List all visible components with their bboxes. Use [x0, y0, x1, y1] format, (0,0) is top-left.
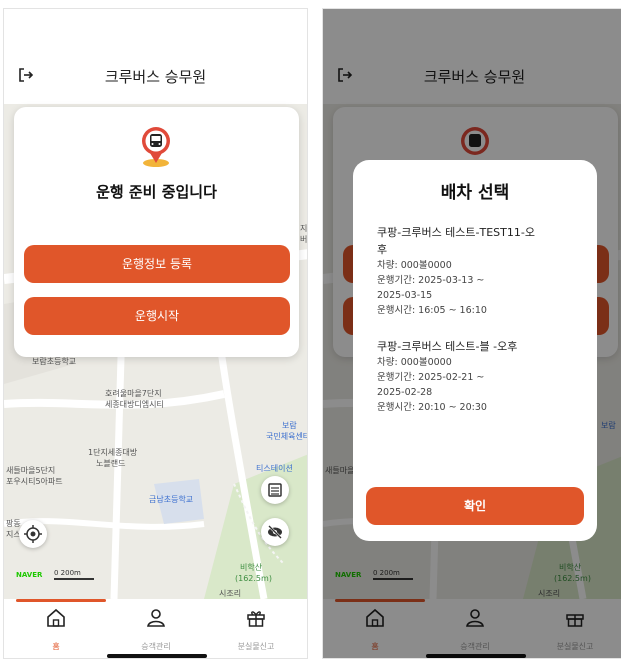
bottom-tab-bar: 홈 승객관리 분실물신고: [4, 599, 307, 658]
dispatch-period: 운행기간: 2025-02-21 ~: [377, 372, 485, 383]
dispatch-period-end: 2025-03-15: [377, 290, 433, 301]
dispatch-select-screen: 새들마을5단지 보람 비학산 (162.5m) 시조리 NAVER 0 200m…: [322, 8, 621, 659]
map-label: 새들마을5단지: [6, 466, 56, 475]
map-label: 티스테이션: [256, 464, 293, 473]
visibility-toggle-button[interactable]: [261, 518, 289, 546]
tab-home[interactable]: 홈: [6, 607, 106, 652]
dispatch-period: 운행기간: 2025-03-13 ~: [377, 275, 485, 286]
modal-title: 배차 선택: [440, 183, 510, 203]
tab-label: 분실물신고: [237, 642, 275, 651]
register-trip-button[interactable]: 운행정보 등록: [24, 245, 290, 283]
map-scale-bar: [54, 578, 94, 580]
tab-label: 승객관리: [141, 642, 171, 651]
map-label: 노블랜드: [96, 459, 126, 468]
naver-logo: NAVER: [16, 571, 43, 579]
list-button[interactable]: [261, 476, 289, 504]
map-label: 포우시티5아파트: [6, 477, 63, 486]
dispatch-vehicle: 차량: 000볼0000: [377, 260, 452, 271]
app-header: 크루버스 승무원: [4, 9, 307, 104]
home-indicator: [107, 654, 207, 658]
map-label: 시조리: [219, 589, 242, 598]
person-icon: [147, 609, 165, 627]
status-card: 운행 준비 중입니다 운행정보 등록 운행시작: [14, 107, 299, 357]
gift-icon: [247, 611, 265, 627]
page-title: 크루버스 승무원: [104, 68, 207, 86]
map-label: 버: [300, 235, 307, 244]
dispatch-name: 쿠팡-크루버스 테스트-TEST11-오: [377, 226, 535, 239]
map-label: 보람: [282, 421, 297, 430]
tab-lost-item-report[interactable]: 분실물신고: [206, 607, 306, 652]
map-label: 보람초등학교: [32, 357, 77, 366]
location-target-icon: [24, 525, 42, 543]
bus-pin-icon: [142, 127, 170, 167]
status-title: 운행 준비 중입니다: [96, 183, 217, 201]
my-location-button[interactable]: [19, 520, 47, 548]
dispatch-time: 운행시간: 20:10 ~ 20:30: [377, 402, 487, 413]
tab-label: 홈: [52, 642, 60, 651]
dispatch-name: 쿠팡-크루버스 테스트-블 -오후: [377, 340, 518, 353]
tab-passenger-management[interactable]: 승객관리: [106, 607, 206, 652]
dispatch-item[interactable]: 쿠팡-크루버스 테스트-블 -오후 차량: 000볼0000 운행기간: 202…: [377, 338, 577, 415]
map-label: (162.5m): [235, 574, 272, 583]
dispatch-item[interactable]: 쿠팡-크루버스 테스트-TEST11-오 후 차량: 000볼0000 운행기간…: [377, 224, 577, 318]
dispatch-time: 운행시간: 16:05 ~ 16:10: [377, 305, 487, 316]
map-label: 지: [300, 224, 307, 233]
map-label: 세종대방디엠시티: [105, 400, 164, 409]
map-scale: 0 200m: [54, 569, 81, 577]
map-label: 비학산: [240, 563, 263, 572]
home-icon: [47, 608, 65, 627]
active-tab-indicator: [16, 599, 106, 602]
list-icon: [268, 483, 282, 497]
map-label: 1단지세종대방: [88, 448, 138, 457]
home-screen: 보람초등학교 호려울마을7단지 세종대방디엠시티 1단지세종대방 노블랜드 새들…: [3, 8, 308, 659]
dispatch-period-end: 2025-02-28: [377, 387, 433, 398]
dispatch-vehicle: 차량: 000볼0000: [377, 357, 452, 368]
dispatch-name-cont: 후: [377, 243, 388, 256]
start-trip-button[interactable]: 운행시작: [24, 297, 290, 335]
map-label: 호려울마을7단지: [105, 389, 162, 398]
dispatch-select-modal: 배차 선택 쿠팡-크루버스 테스트-TEST11-오 후 차량: 000볼000…: [353, 160, 597, 541]
confirm-button[interactable]: 확인: [366, 487, 584, 525]
eye-off-icon: [268, 525, 282, 539]
map-label: 금남초등학교: [149, 495, 194, 504]
map-label: 국민체육센터: [266, 432, 307, 441]
